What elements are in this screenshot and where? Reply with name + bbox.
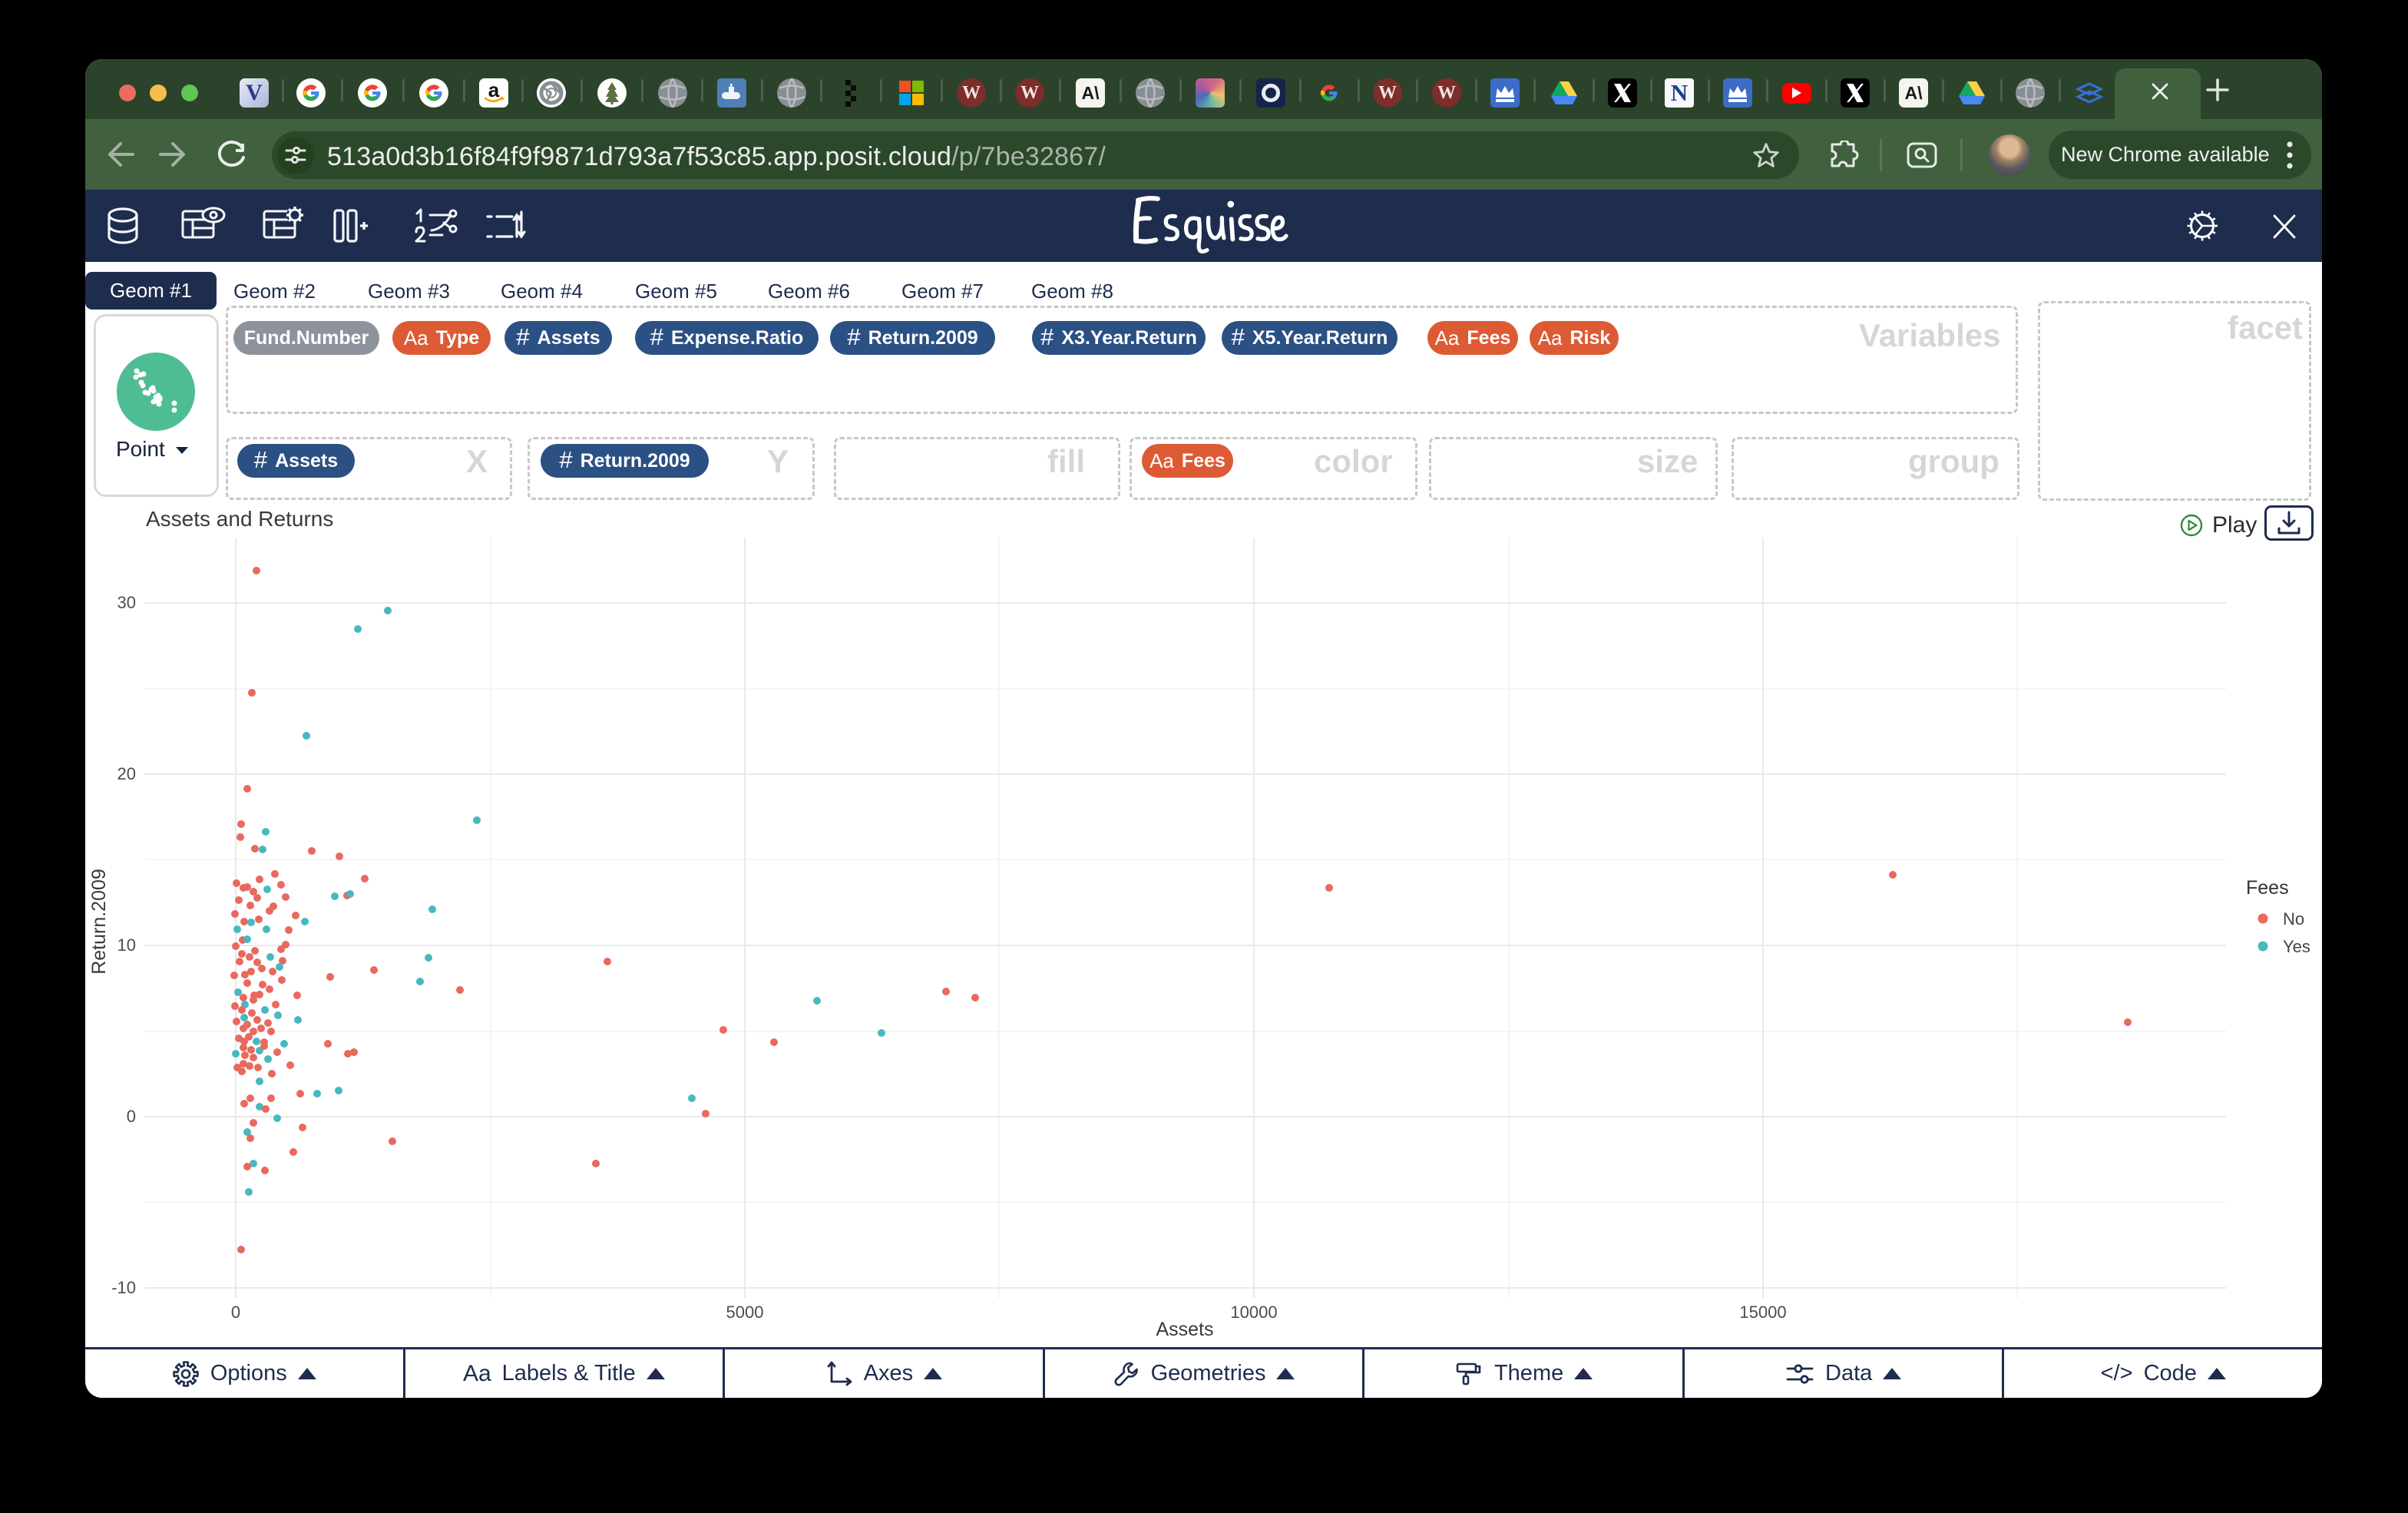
svg-text:20: 20: [117, 764, 136, 783]
svg-text:0: 0: [127, 1107, 136, 1126]
svg-text:15000: 15000: [1739, 1303, 1786, 1322]
svg-text:0: 0: [231, 1303, 240, 1322]
svg-text:Assets: Assets: [1156, 1319, 1213, 1340]
svg-text:No: No: [2283, 909, 2304, 929]
svg-text:a: a: [488, 80, 500, 101]
svg-text:Fees: Fees: [2246, 877, 2289, 899]
svg-text:Yes: Yes: [2283, 937, 2310, 956]
svg-text:Assets and Returns: Assets and Returns: [146, 507, 333, 531]
svg-text:10: 10: [117, 935, 136, 955]
svg-text:5000: 5000: [726, 1303, 764, 1322]
svg-text:Return.2009: Return.2009: [88, 869, 110, 975]
svg-text:10000: 10000: [1230, 1303, 1277, 1322]
svg-text:30: 30: [117, 593, 136, 612]
svg-text:-10: -10: [111, 1278, 136, 1297]
